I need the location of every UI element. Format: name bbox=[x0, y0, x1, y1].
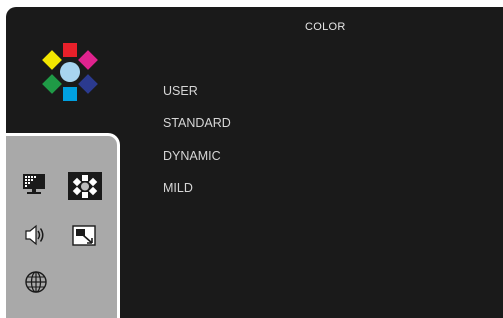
petal-cyan bbox=[63, 87, 77, 101]
menu-item-mild[interactable]: MILD bbox=[163, 181, 193, 195]
sidebar-item-picture[interactable] bbox=[22, 173, 46, 195]
sidebar-item-color[interactable] bbox=[68, 172, 102, 200]
sound-icon bbox=[25, 224, 44, 246]
flower-center bbox=[60, 62, 80, 82]
color-icon bbox=[72, 175, 98, 198]
sidebar-item-sound[interactable] bbox=[24, 224, 48, 246]
menu-item-user[interactable]: USER bbox=[163, 84, 198, 98]
sidebar-panel bbox=[6, 133, 120, 318]
page-title: COLOR bbox=[305, 21, 346, 33]
petal-blue bbox=[78, 74, 98, 94]
language-icon bbox=[25, 271, 47, 293]
menu-item-standard[interactable]: STANDARD bbox=[163, 116, 231, 130]
petal-magenta bbox=[78, 50, 98, 70]
petal-red bbox=[63, 43, 77, 57]
screen-size-icon bbox=[72, 225, 96, 246]
sidebar-item-language[interactable] bbox=[24, 270, 48, 294]
picture-icon bbox=[23, 174, 45, 194]
petal-yellow bbox=[42, 50, 62, 70]
sidebar-item-screen-size[interactable] bbox=[72, 225, 96, 247]
petal-green bbox=[42, 74, 62, 94]
osd-window: COLOR USER STANDARD DYNAMIC MILD bbox=[6, 7, 503, 318]
color-flower-icon bbox=[42, 43, 98, 101]
menu-item-dynamic[interactable]: DYNAMIC bbox=[163, 149, 221, 163]
